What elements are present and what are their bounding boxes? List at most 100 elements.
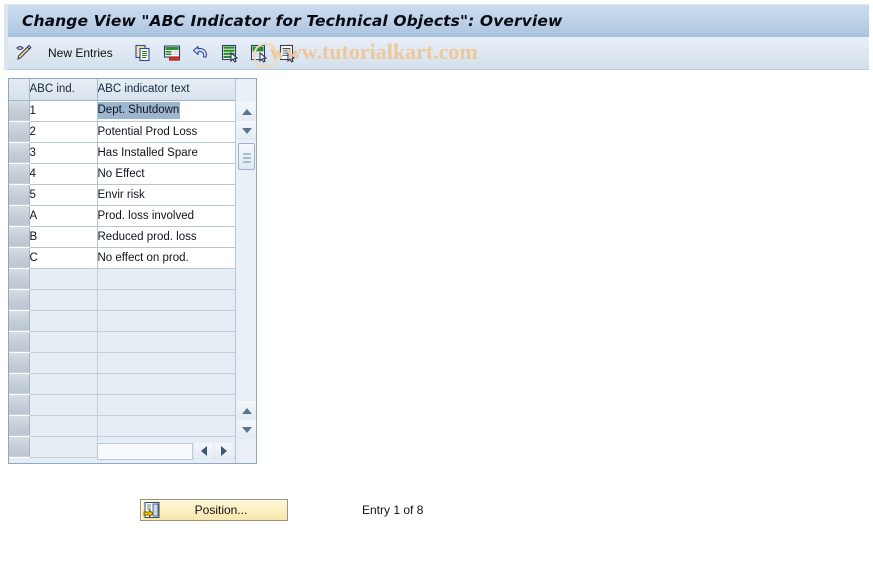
- delete-row-icon: [162, 43, 182, 63]
- row-select-button[interactable]: [9, 372, 30, 395]
- deselect-all-button[interactable]: [246, 40, 272, 66]
- select-all-icon: [220, 43, 240, 63]
- grip-line: [243, 153, 251, 155]
- cell-abc-indicator-text[interactable]: [97, 268, 237, 290]
- row-select-button[interactable]: [9, 141, 30, 164]
- table-row[interactable]: 4 No Effect: [9, 162, 237, 185]
- row-select-button[interactable]: [9, 330, 30, 353]
- table-row-empty[interactable]: [9, 309, 237, 332]
- cell-abc-ind[interactable]: [29, 394, 98, 416]
- scroll-up-button-bottom[interactable]: [237, 401, 256, 420]
- table-row[interactable]: A Prod. loss involved: [9, 204, 237, 227]
- table-row[interactable]: 3 Has Installed Spare: [9, 141, 237, 164]
- cell-abc-indicator-text[interactable]: Dept. Shutdown: [97, 100, 237, 122]
- scroll-up-button-top[interactable]: [237, 102, 256, 121]
- new-entries-label: New Entries: [48, 46, 113, 60]
- table-row[interactable]: 5 Envir risk: [9, 183, 237, 206]
- row-select-button[interactable]: [9, 351, 30, 374]
- cell-abc-ind[interactable]: 2: [29, 121, 98, 143]
- header-abc-indicator-text[interactable]: ABC indicator text: [97, 79, 237, 101]
- row-select-button[interactable]: [9, 162, 30, 185]
- cell-abc-ind[interactable]: [29, 436, 98, 458]
- undo-button[interactable]: [188, 40, 214, 66]
- table-row-empty[interactable]: [9, 351, 237, 374]
- details-button[interactable]: [275, 40, 301, 66]
- hscroll-track[interactable]: [97, 442, 193, 460]
- page-title: Change View "ABC Indicator for Technical…: [22, 12, 563, 30]
- cell-abc-ind[interactable]: [29, 415, 98, 437]
- row-select-button[interactable]: [9, 120, 30, 143]
- cell-abc-indicator-text[interactable]: [97, 415, 237, 437]
- grip-line: [243, 161, 251, 163]
- table-row-empty[interactable]: [9, 393, 237, 416]
- scroll-down-button-bottom[interactable]: [237, 420, 256, 439]
- cell-abc-indicator-text[interactable]: [97, 331, 237, 353]
- cell-abc-ind[interactable]: 3: [29, 142, 98, 164]
- row-select-button[interactable]: [9, 99, 30, 122]
- details-icon: [278, 43, 298, 63]
- row-select-button[interactable]: [9, 225, 30, 248]
- cell-abc-ind[interactable]: C: [29, 247, 98, 269]
- cell-abc-indicator-text[interactable]: Reduced prod. loss: [97, 226, 237, 248]
- table-row-empty[interactable]: [9, 372, 237, 395]
- copy-as-button[interactable]: [130, 40, 156, 66]
- delete-button[interactable]: [159, 40, 185, 66]
- cell-abc-indicator-text[interactable]: [97, 394, 237, 416]
- scroll-down-button-top[interactable]: [237, 121, 256, 140]
- table-row[interactable]: C No effect on prod.: [9, 246, 237, 269]
- cell-abc-indicator-text[interactable]: [97, 310, 237, 332]
- cell-abc-indicator-text[interactable]: [97, 289, 237, 311]
- row-select-button[interactable]: [9, 435, 30, 458]
- cell-abc-ind[interactable]: [29, 310, 98, 332]
- scroll-left-button[interactable]: [195, 442, 213, 460]
- cell-abc-ind[interactable]: 1: [29, 100, 98, 122]
- cell-abc-ind[interactable]: [29, 268, 98, 290]
- cell-abc-indicator-text[interactable]: Prod. loss involved: [97, 205, 237, 227]
- cell-abc-ind[interactable]: [29, 289, 98, 311]
- cell-abc-ind[interactable]: A: [29, 205, 98, 227]
- row-select-button[interactable]: [9, 267, 30, 290]
- new-entries-button[interactable]: New Entries: [40, 40, 121, 66]
- position-button[interactable]: Position...: [140, 499, 288, 521]
- cell-abc-indicator-text[interactable]: [97, 352, 237, 374]
- row-select-button[interactable]: [9, 288, 30, 311]
- cell-abc-ind[interactable]: [29, 373, 98, 395]
- table-vertical-scrollbar[interactable]: [235, 79, 256, 463]
- cell-abc-ind[interactable]: 5: [29, 184, 98, 206]
- scroll-grip-handle[interactable]: [238, 143, 255, 170]
- table-row[interactable]: 1 Dept. Shutdown: [9, 99, 237, 122]
- table-row-empty[interactable]: [9, 414, 237, 437]
- row-select-button[interactable]: [9, 246, 30, 269]
- select-all-button[interactable]: [217, 40, 243, 66]
- scroll-up-arrow-icon: [241, 108, 252, 115]
- cell-abc-ind[interactable]: [29, 331, 98, 353]
- cell-abc-indicator-text[interactable]: Has Installed Spare: [97, 142, 237, 164]
- table-row[interactable]: 2 Potential Prod Loss: [9, 120, 237, 143]
- cell-abc-ind[interactable]: 4: [29, 163, 98, 185]
- pencil-icon: [14, 43, 34, 63]
- row-select-button[interactable]: [9, 204, 30, 227]
- scroll-right-button[interactable]: [215, 442, 233, 460]
- cell-abc-indicator-text[interactable]: Envir risk: [97, 184, 237, 206]
- row-select-button[interactable]: [9, 414, 30, 437]
- row-select-button[interactable]: [9, 309, 30, 332]
- header-select-column: [9, 79, 30, 101]
- table-row[interactable]: B Reduced prod. loss: [9, 225, 237, 248]
- table-horizontal-scrollbar[interactable]: [97, 442, 234, 460]
- row-select-button[interactable]: [9, 393, 30, 416]
- row-select-button[interactable]: [9, 183, 30, 206]
- position-button-label: Position...: [194, 503, 248, 517]
- cell-abc-indicator-text[interactable]: Potential Prod Loss: [97, 121, 237, 143]
- table-row-empty[interactable]: [9, 330, 237, 353]
- cell-abc-indicator-text[interactable]: No Effect: [97, 163, 237, 185]
- cell-abc-indicator-text[interactable]: [97, 373, 237, 395]
- cell-abc-indicator-text[interactable]: No effect on prod.: [97, 247, 237, 269]
- table-row-empty[interactable]: [9, 267, 237, 290]
- cell-abc-ind[interactable]: [29, 352, 98, 374]
- table-row-empty[interactable]: [9, 288, 237, 311]
- position-icon: [143, 501, 161, 519]
- scroll-down-arrow-icon: [241, 127, 252, 134]
- display-change-button[interactable]: [11, 40, 37, 66]
- header-abc-ind[interactable]: ABC ind.: [29, 79, 98, 101]
- cell-abc-ind[interactable]: B: [29, 226, 98, 248]
